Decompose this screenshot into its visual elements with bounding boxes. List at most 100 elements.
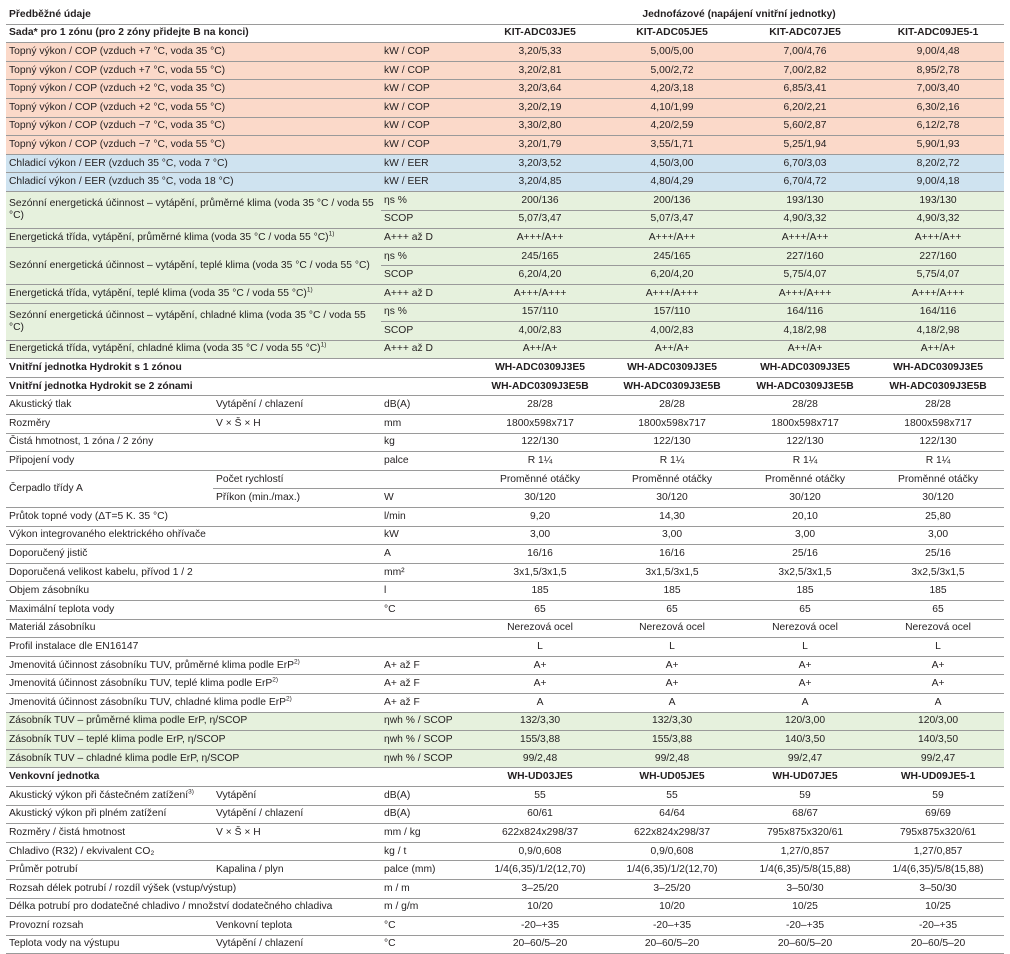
value-cell: R 1¼ (872, 451, 1005, 471)
row-unit: palce (381, 451, 475, 471)
value-cell: L (738, 637, 873, 657)
value-cell: 30/120 (474, 488, 607, 509)
row-unit: A+ až F (381, 674, 475, 694)
value-cell: 3,55/1,71 (606, 135, 739, 155)
table-row: Chladicí výkon / EER (vzduch 35 °C, voda… (6, 154, 1005, 174)
row-label: Akustický výkon při plném zatížení (6, 805, 213, 825)
value-cell: L (474, 637, 607, 657)
row-label: Délka potrubí pro dodatečné chladivo / m… (6, 898, 381, 918)
row-label: Topný výkon / COP (vzduch +2 °C, voda 55… (6, 98, 381, 118)
table-row: Sezónní energetická účinnost – vytápění,… (6, 191, 1005, 230)
table-row: Zásobník TUV – průměrné klima podle ErP,… (6, 712, 1005, 732)
row-sublabel (213, 433, 381, 453)
value-cell: 122/130 (872, 433, 1005, 453)
value-cell: 5,75/4,07 (738, 265, 873, 285)
value-cell: 3,20/1,79 (474, 135, 607, 155)
value-cell: 122/130 (606, 433, 739, 453)
row-label: Výkon integrovaného elektrického ohřívač… (6, 526, 381, 546)
value-cell: 1800x598x717 (606, 414, 739, 434)
value-cell: 8,95/2,78 (872, 61, 1005, 81)
footnote-mark: 1) (320, 342, 327, 350)
value-cell: Nerezová ocel (474, 619, 607, 639)
table-row: Energetická třída, vytápění, chladné kli… (6, 340, 1005, 360)
row-unit: l/min (381, 507, 475, 527)
value-cell: 5,07/3,47 (606, 210, 739, 230)
value-cell: 65 (474, 600, 607, 620)
value-cell: 1800x598x717 (474, 414, 607, 434)
value-cell: 1/4(6,35)/1/2(12,70) (474, 860, 607, 880)
value-cell: 9,00/4,18 (872, 172, 1005, 192)
row-unit: SCOP (381, 265, 475, 285)
table-row: Zásobník TUV – chladné klima podle ErP, … (6, 749, 1005, 769)
value-cell: L (872, 637, 1005, 657)
value-cell: 4,50/3,00 (606, 154, 739, 174)
value-cell: A+ (606, 656, 739, 676)
value-cell: 60/61 (474, 805, 607, 825)
row-label-text: Energetická třída, vytápění, průměrné kl… (9, 231, 329, 243)
table-row: Čistá hmotnost, 1 zóna / 2 zóny kg 122/130… (6, 433, 1005, 453)
table-row: Jmenovitá účinnost zásobníku TUV, teplé … (6, 674, 1005, 694)
value-cell: 1800x598x717 (872, 414, 1005, 434)
table-row: Čerpadlo třídy A Počet rychlostí Proměnné … (6, 470, 1005, 509)
value-cell: 16/16 (606, 544, 739, 564)
table-row: Připojení vody palce R 1¼ R 1¼ R 1¼ R 1¼ (6, 451, 1005, 471)
table-row: Energetická třída, vytápění, průměrné kl… (6, 228, 1005, 248)
table-row: Materiál zásobníku Nerezová ocel Nerezová … (6, 619, 1005, 639)
value-cell: 3,00 (738, 526, 873, 546)
row-label: Doporučená velikost kabelu, přívod 1 / 2 (6, 563, 381, 583)
value-cell: 200/136 (474, 191, 607, 211)
table-row: Výkon integrovaného elektrického ohřívač… (6, 526, 1005, 546)
section-title: Venkovní jednotka (6, 767, 475, 787)
row-unit: SCOP (381, 321, 475, 341)
value-cell: 132/3,30 (474, 712, 607, 732)
row-label: Akustický výkon při částečném zatížení3) (6, 786, 213, 806)
table-row: Jmenovitá účinnost zásobníku TUV, průměr… (6, 656, 1005, 676)
value-cell: 5,60/2,87 (738, 117, 873, 137)
row-unit: kW / COP (381, 98, 475, 118)
model-name: WH-ADC0309J3E5B (738, 377, 873, 397)
row-label: Objem zásobníku (6, 581, 381, 601)
row-sublabel: V × Š × H (213, 823, 381, 843)
row-unit (381, 619, 475, 639)
value-cell: 25/16 (872, 544, 1005, 564)
row-unit: mm² (381, 563, 475, 583)
value-cell: 140/3,50 (872, 730, 1005, 750)
row-unit: m / g/m (381, 898, 475, 918)
row-label: Jmenovitá účinnost zásobníku TUV, průměr… (6, 656, 381, 676)
value-cell: -20–+35 (474, 916, 607, 936)
spec-sheet: Předběžné údaje Jednofázové (napájení vn… (6, 6, 1005, 954)
value-cell: A+++/A++ (872, 228, 1005, 248)
value-cell: A+++/A+++ (606, 284, 739, 304)
value-cell: Nerezová ocel (872, 619, 1005, 639)
value-cell: A++/A+ (872, 340, 1005, 360)
value-cell: 7,00/2,82 (738, 61, 873, 81)
row-label: Doporučený jistič (6, 544, 381, 564)
value-cell: 227/160 (872, 247, 1005, 267)
row-unit: kW / EER (381, 172, 475, 192)
row-label: Topný výkon / COP (vzduch +7 °C, voda 55… (6, 61, 381, 81)
row-label: Materiál zásobníku (6, 619, 381, 639)
value-cell: R 1¼ (738, 451, 873, 471)
section-header-row: Venkovní jednotka WH-UD03JE5 WH-UD05JE5 WH-… (6, 767, 1005, 787)
row-label: Sezónní energetická účinnost – vytápění,… (6, 191, 381, 230)
row-unit: kW / COP (381, 61, 475, 81)
value-cell: 157/110 (474, 303, 607, 323)
value-cell: 155/3,88 (606, 730, 739, 750)
value-cell: A+++/A++ (738, 228, 873, 248)
value-cell: -20–+35 (872, 916, 1005, 936)
value-cell: 3,00 (872, 526, 1005, 546)
value-cell: 1/4(6,35)/5/8(15,88) (738, 860, 873, 880)
row-unit: ηwh % / SCOP (381, 712, 475, 732)
footnote-mark: 1) (306, 286, 313, 294)
value-cell: 185 (738, 581, 873, 601)
model-name: WH-ADC0309J3E5 (872, 358, 1005, 378)
row-unit: ηs % (381, 303, 475, 323)
model-name: WH-UD03JE5 (474, 767, 607, 787)
value-cell: 10/25 (872, 898, 1005, 918)
row-label: Zásobník TUV – průměrné klima podle ErP,… (6, 712, 381, 732)
table-row: Akustický výkon při plném zatížení Vytápě… (6, 805, 1005, 825)
row-label-text: Chladivo (R32) / ekvivalent CO₂ (9, 845, 155, 857)
row-label: Energetická třída, vytápění, průměrné kl… (6, 228, 381, 248)
row-unit: dB(A) (381, 786, 475, 806)
value-cell: 59 (872, 786, 1005, 806)
